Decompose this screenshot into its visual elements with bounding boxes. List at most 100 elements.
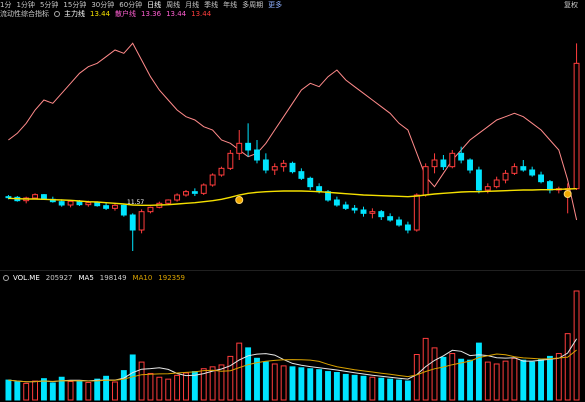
candle-up: [422, 166, 429, 196]
candle-up: [511, 166, 518, 174]
signal-dot-icon: [235, 196, 244, 204]
candle-up: [431, 159, 438, 168]
series3-value: 13.44: [166, 10, 187, 18]
candle-down: [120, 204, 127, 216]
series2-value: 13.36: [141, 10, 162, 18]
volume-label: VOL.ME: [13, 274, 40, 282]
volume-bar-down: [342, 373, 349, 401]
volume-bar-down: [396, 379, 402, 401]
volume-bar-up: [369, 376, 376, 401]
volume-bar-up: [484, 361, 491, 401]
candle-down: [538, 174, 544, 183]
volume-bar-up: [156, 376, 163, 401]
candle-up: [32, 194, 39, 199]
volume-info-bar: VOL.ME 205927 MA5 198149 MA10 192359: [3, 273, 191, 283]
volume-chart[interactable]: [0, 285, 585, 402]
legend-dot-icon: [54, 11, 60, 17]
candle-down: [404, 224, 411, 231]
candle-down: [298, 171, 305, 179]
candle-up: [138, 211, 145, 231]
indicator-name[interactable]: 流动性综合指标: [0, 9, 49, 19]
candle-down: [129, 214, 136, 231]
volume-bar-down: [520, 359, 527, 401]
moving-average-line: [8, 188, 577, 206]
candle-up: [200, 184, 207, 194]
candle-up: [183, 191, 189, 196]
volume-bar-up: [449, 353, 456, 401]
candle-up: [271, 166, 278, 171]
volume-bar-down: [325, 371, 331, 401]
volume-bar-down: [254, 357, 260, 401]
candle-up: [85, 202, 92, 206]
candle-down: [546, 181, 553, 191]
volume-bar-up: [236, 342, 243, 401]
volume-bar-up: [431, 347, 438, 401]
candle-up: [165, 199, 172, 204]
candle-up: [573, 62, 580, 190]
volume-bar-up: [85, 381, 92, 401]
volume-bar-up: [147, 372, 154, 401]
candle-up: [218, 167, 225, 176]
candle-down: [342, 204, 349, 209]
candle-down: [191, 191, 198, 194]
candle-down: [316, 186, 323, 193]
volume-bar-up: [493, 363, 500, 401]
candle-up: [236, 142, 243, 154]
series1-value: 13.44: [90, 10, 111, 18]
candle-down: [529, 169, 536, 176]
volume-bar-down: [41, 378, 47, 401]
candle-down: [387, 216, 394, 221]
volume-bar-up: [165, 378, 172, 401]
volume-bar-up: [112, 381, 118, 401]
pink-indicator-line: [8, 42, 578, 221]
volume-bar-down: [529, 361, 536, 401]
low-price-label: 11.57: [127, 199, 145, 206]
volume-bar-up: [174, 374, 181, 401]
candle-down: [458, 152, 465, 161]
candle-up: [413, 194, 420, 231]
volume-bar-up: [138, 361, 145, 401]
candle-down: [5, 196, 12, 199]
volume-bar-down: [307, 368, 314, 401]
volume-ma5-label: MA5: [78, 274, 94, 282]
volume-bar-down: [546, 355, 553, 401]
volume-bar-down: [387, 378, 394, 401]
candle-down: [396, 219, 402, 226]
volume-bar-down: [467, 359, 473, 401]
volume-bar-down: [351, 374, 358, 401]
series2-label: 散户线: [115, 10, 137, 18]
volume-bar-down: [316, 369, 323, 401]
candle-down: [245, 142, 252, 151]
volume-bar-down: [298, 367, 305, 401]
series1-label: 主力线: [64, 10, 85, 18]
candle-up: [174, 194, 181, 201]
volume-bar-down: [262, 361, 269, 401]
pane-divider: [0, 270, 585, 271]
candle-up: [227, 152, 234, 169]
volume-bar-down: [333, 372, 340, 401]
candle-up: [280, 162, 287, 168]
volume-bar-up: [573, 290, 580, 401]
volume-bar-down: [360, 375, 367, 401]
candle-down: [307, 177, 314, 188]
candle-down: [103, 205, 110, 209]
volume-bar-up: [23, 382, 30, 401]
candle-up: [112, 204, 118, 209]
volume-bar-up: [218, 364, 225, 401]
volume-ma10-value: 192359: [158, 274, 186, 282]
volume-value: 205927: [45, 274, 73, 282]
candle-down: [94, 202, 101, 207]
candle-up: [67, 200, 74, 206]
candle-down: [475, 169, 482, 191]
volume-ma10-label: MA10: [132, 274, 153, 282]
candlestick-chart[interactable]: [0, 20, 585, 270]
volume-bar-down: [120, 370, 127, 401]
candle-down: [360, 209, 367, 214]
candle-down: [378, 211, 385, 218]
volume-bar-up: [422, 337, 429, 401]
volume-bar-up: [183, 372, 189, 401]
volume-bar-down: [14, 381, 21, 401]
series4-value: 13.44: [191, 10, 212, 18]
volume-bar-up: [32, 380, 39, 401]
candle-down: [467, 159, 473, 171]
